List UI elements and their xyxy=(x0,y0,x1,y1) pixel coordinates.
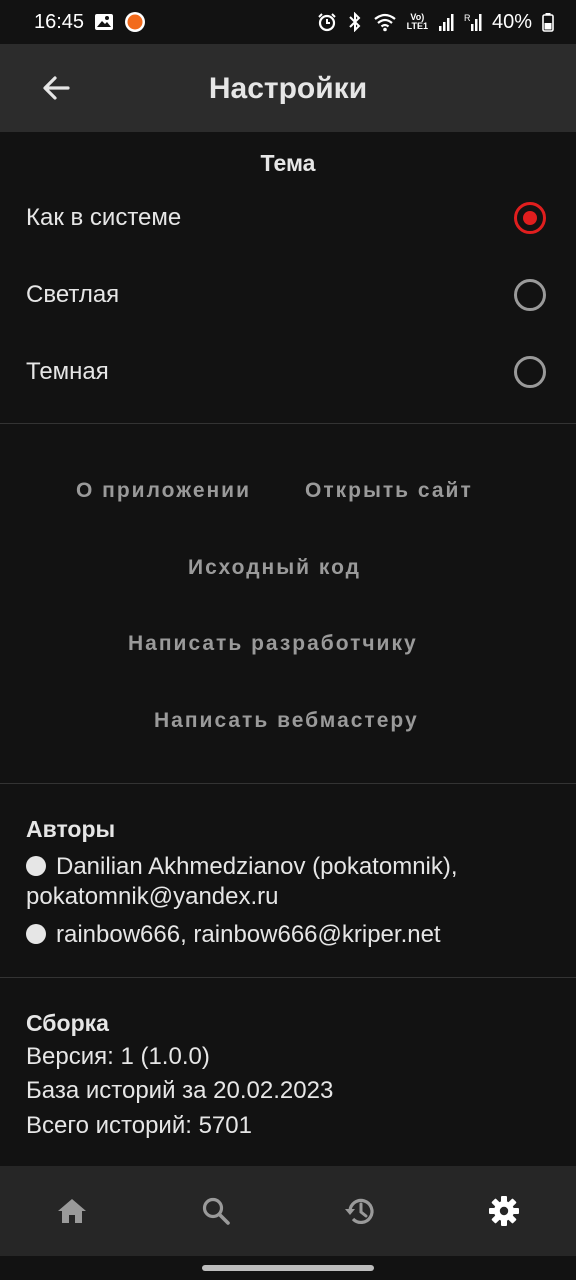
build-title: Сборка xyxy=(26,1010,109,1036)
nav-home[interactable] xyxy=(47,1186,97,1236)
svg-text:R: R xyxy=(464,13,471,23)
battery-percent: 40% xyxy=(491,10,532,33)
app-bar: Настройки xyxy=(0,44,576,132)
status-time: 16:45 xyxy=(34,10,85,33)
search-icon xyxy=(202,1197,230,1225)
theme-option-system[interactable]: Как в системе xyxy=(0,190,576,250)
radio-button[interactable] xyxy=(514,356,546,388)
author-entry: rainbow666, rainbow666@kriper.net xyxy=(26,919,441,951)
build-stories-total: Всего историй: 5701 xyxy=(26,1112,252,1139)
theme-section-title: Тема xyxy=(260,150,316,176)
divider xyxy=(0,783,576,784)
alarm-icon xyxy=(317,12,337,32)
settings-icon xyxy=(489,1196,519,1226)
bullet-icon xyxy=(26,856,46,876)
signal-icon xyxy=(438,12,454,32)
theme-option-label: Светлая xyxy=(26,281,120,308)
theme-option-dark[interactable]: Темная xyxy=(0,344,576,404)
battery-icon xyxy=(542,12,554,32)
open-site-button[interactable]: Открыть сайт xyxy=(305,479,473,503)
gallery-icon xyxy=(94,12,114,32)
author-entry: Danilian Akhmedzianov (pokatomnik), xyxy=(26,851,458,883)
status-bar: 16:45 Vo) LTE1 R 40% xyxy=(0,0,576,44)
build-stories-base: База историй за 20.02.2023 xyxy=(26,1077,334,1104)
authors-title: Авторы xyxy=(26,816,116,842)
signal-r-icon: R xyxy=(464,12,482,32)
radio-button[interactable] xyxy=(514,279,546,311)
status-left: 16:45 xyxy=(34,11,146,34)
divider xyxy=(0,423,576,424)
radio-button-checked[interactable] xyxy=(514,202,546,234)
author-email: pokatomnik@yandex.ru xyxy=(26,883,279,910)
bluetooth-icon xyxy=(347,12,363,32)
nav-history[interactable] xyxy=(335,1186,385,1236)
write-webmaster-button[interactable]: Написать вебмастеру xyxy=(154,709,419,733)
gesture-handle[interactable] xyxy=(202,1265,374,1271)
app-notification-icon xyxy=(124,11,146,33)
theme-option-light[interactable]: Светлая xyxy=(0,267,576,327)
bottom-navigation xyxy=(0,1166,576,1256)
settings-content: Тема Как в системе Светлая Темная О прил… xyxy=(0,132,576,1166)
nav-search[interactable] xyxy=(191,1186,241,1236)
volte-icon: Vo) LTE1 xyxy=(406,12,428,31)
arrow-left-icon xyxy=(43,76,70,100)
bullet-icon xyxy=(26,924,46,944)
write-developer-button[interactable]: Написать разработчику xyxy=(128,632,418,656)
about-button[interactable]: О приложении xyxy=(76,479,251,503)
nav-settings[interactable] xyxy=(479,1186,529,1236)
theme-option-label: Темная xyxy=(26,358,109,385)
wifi-icon xyxy=(373,12,397,32)
build-version: Версия: 1 (1.0.0) xyxy=(26,1043,210,1070)
home-icon xyxy=(58,1199,86,1223)
page-title: Настройки xyxy=(208,72,368,105)
gesture-bar xyxy=(0,1256,576,1280)
author-line: Danilian Akhmedzianov (pokatomnik), xyxy=(56,853,458,880)
author-line: rainbow666, rainbow666@kriper.net xyxy=(56,921,441,948)
history-icon xyxy=(345,1198,374,1225)
source-code-button[interactable]: Исходный код xyxy=(188,556,361,580)
divider xyxy=(0,977,576,978)
status-right: Vo) LTE1 R 40% xyxy=(317,11,554,34)
back-button[interactable] xyxy=(28,60,84,116)
theme-option-label: Как в системе xyxy=(26,204,182,231)
